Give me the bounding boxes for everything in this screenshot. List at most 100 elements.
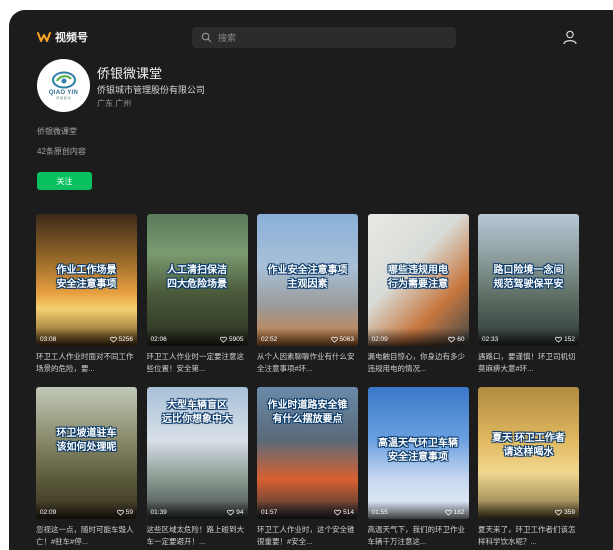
user-icon[interactable] (562, 29, 578, 45)
thumbnail-title: 作业工作场景 安全注意事项 (56, 265, 117, 290)
video-thumbnail[interactable]: 作业工作场景 安全注意事项 03:08 5256 (36, 214, 137, 346)
like-count: 60 (448, 336, 465, 343)
search-input[interactable] (218, 32, 438, 43)
video-duration: 03:08 (40, 336, 57, 343)
like-count-value: 5256 (118, 336, 133, 343)
channel-window: 视频号 QIAO YIN 侨 银 股 份 侨银微课堂 侨银城市管理股份有限公司 … (9, 10, 613, 550)
heart-icon (334, 509, 342, 516)
like-count: 514 (334, 509, 354, 516)
video-card[interactable]: 夏天 环卫工作者 请这样喝水 359 夏天来了，环卫工作者们该怎样科学饮水呢？... (478, 387, 579, 548)
video-card[interactable]: 路口险境一念间 规范驾驶保平安 02:33 152 遇路口，要谨慎！环卫司机切莫麻痹大意… (478, 214, 579, 375)
video-caption[interactable]: 夏天来了，环卫工作者们该怎样科学饮水呢？... (478, 524, 579, 548)
video-card[interactable]: 人工清扫保洁 四大危险场景 02:06 5905 环卫工人作业时一定要注意这些位置！安全… (146, 214, 248, 375)
company-logo-icon (51, 71, 76, 89)
profile-description: 侨银微课堂 (37, 127, 77, 136)
video-caption[interactable]: 环卫工人作业时面对不同工作场景的危险，要... (36, 351, 137, 375)
follow-button[interactable]: 关注 (37, 172, 92, 190)
heart-icon (555, 336, 563, 343)
video-card[interactable]: 哪些违规用电 行为需要注意 02:09 60 漏电触目惊心，你身边有多少违规用电的情况.… (367, 214, 469, 375)
video-caption[interactable]: 高温天气下，我们的环卫作业车辆千万注意这... (368, 524, 469, 548)
video-caption[interactable]: 这些区域太危险！路上碰到大车一定要避开！... (147, 524, 248, 548)
like-count-value: 514 (343, 509, 354, 516)
thumbnail-meta: 02:09 59 (36, 501, 137, 519)
video-thumbnail[interactable]: 路口险境一念间 规范驾驶保平安 02:33 152 (478, 214, 579, 346)
search-icon (201, 32, 212, 43)
thumbnail-title: 夏天 环卫工作者 请这样喝水 (492, 433, 565, 458)
like-count: 359 (555, 509, 575, 516)
video-duration: 02:06 (150, 336, 167, 343)
thumbnail-meta: 01:57 514 (257, 501, 358, 519)
video-card[interactable]: 作业工作场景 安全注意事项 03:08 5256 环卫工人作业时面对不同工作场景的危险，… (36, 214, 137, 375)
video-duration: 02:52 (261, 336, 278, 343)
like-count: 5905 (220, 336, 244, 343)
thumbnail-meta: 359 (478, 501, 579, 519)
video-duration: 02:09 (371, 336, 388, 343)
video-thumbnail[interactable]: 大型车辆盲区 远比你想象中大 01:39 94 (146, 387, 248, 519)
video-caption[interactable]: 环卫工人作业时一定要注意这些位置！安全第... (147, 351, 248, 375)
content-count: 42条原创内容 (37, 147, 86, 156)
thumbnail-meta: 02:52 5063 (257, 328, 358, 346)
heart-icon (116, 509, 124, 516)
video-duration: 02:09 (40, 509, 57, 516)
video-caption[interactable]: 遇路口，要谨慎！环卫司机切莫麻痹大意#环... (478, 351, 579, 375)
thumbnail-title: 人工清扫保洁 四大危险场景 (167, 265, 227, 290)
thumbnail-meta: 02:06 5905 (146, 328, 248, 346)
video-thumbnail[interactable]: 高温天气环卫车辆 安全注意事项 01:55 182 (367, 387, 469, 519)
channels-logo-icon (37, 32, 51, 42)
video-card[interactable]: 大型车辆盲区 远比你想象中大 01:39 94 这些区域太危险！路上碰到大车一定要避开！… (146, 387, 248, 548)
like-count-value: 94 (236, 509, 244, 516)
video-card[interactable]: 作业时道路安全锥 有什么摆放要点 01:57 514 环卫工人作业时，这个安全锥很重要！… (257, 387, 358, 548)
like-count-value: 359 (564, 509, 575, 516)
like-count: 94 (227, 509, 244, 516)
like-count: 59 (116, 509, 133, 516)
video-thumbnail[interactable]: 环卫坡道驻车 该如何处理呢 02:09 59 (36, 387, 137, 519)
brand[interactable]: 视频号 (37, 29, 88, 45)
video-caption[interactable]: 环卫工人作业时，这个安全锥很重要！#安全... (257, 524, 358, 548)
like-count: 152 (555, 336, 575, 343)
profile-name: 侨银微课堂 (97, 66, 163, 81)
like-count-value: 59 (125, 509, 133, 516)
heart-icon (555, 509, 563, 516)
thumbnail-meta: 02:33 152 (478, 328, 579, 346)
video-duration: 01:55 (371, 509, 388, 516)
thumbnail-title: 路口险境一念间 规范驾驶保平安 (493, 265, 564, 290)
heart-icon (220, 336, 227, 343)
video-thumbnail[interactable]: 作业安全注意事项 主观因素 02:52 5063 (257, 214, 358, 346)
video-card[interactable]: 作业安全注意事项 主观因素 02:52 5063 从个人因素聊聊作业有什么安全注意事项#… (257, 214, 358, 375)
video-thumbnail[interactable]: 作业时道路安全锥 有什么摆放要点 01:57 514 (257, 387, 358, 519)
video-duration: 01:57 (261, 509, 278, 516)
video-caption[interactable]: 忽视这一点，随时可能车毁人亡！#驻车#停... (36, 524, 137, 548)
like-count-value: 182 (453, 509, 465, 516)
brand-name: 视频号 (55, 32, 88, 44)
video-duration: 01:39 (150, 509, 167, 516)
video-thumbnail[interactable]: 人工清扫保洁 四大危险场景 02:06 5905 (146, 214, 248, 346)
video-caption[interactable]: 从个人因素聊聊作业有什么安全注意事项#环... (257, 351, 358, 375)
heart-icon (109, 336, 117, 343)
thumbnail-meta: 01:39 94 (146, 501, 248, 519)
heart-icon (444, 509, 452, 516)
thumbnail-title: 哪些违规用电 行为需要注意 (388, 265, 448, 290)
video-card[interactable]: 高温天气环卫车辆 安全注意事项 01:55 182 高温天气下，我们的环卫作业车辆千万注… (367, 387, 469, 548)
top-bar: 视频号 (9, 10, 613, 64)
thumbnail-title: 大型车辆盲区 远比你想象中大 (162, 400, 232, 425)
heart-icon (330, 336, 338, 343)
thumbnail-title: 环卫坡道驻车 该如何处理呢 (56, 428, 117, 453)
like-count: 5063 (330, 336, 354, 343)
like-count-value: 60 (457, 336, 465, 343)
thumbnail-title: 作业安全注意事项 主观因素 (267, 265, 348, 290)
like-count-value: 152 (564, 336, 575, 343)
video-card[interactable]: 环卫坡道驻车 该如何处理呢 02:09 59 忽视这一点，随时可能车毁人亡！#驻车#停.… (36, 387, 137, 548)
like-count-value: 5905 (229, 336, 244, 343)
profile-location: 广东 广州 (97, 99, 132, 108)
thumbnail-title: 作业时道路安全锥 有什么摆放要点 (267, 400, 348, 425)
heart-icon (448, 336, 456, 343)
profile-company: 侨银城市管理股份有限公司 (97, 85, 206, 95)
video-caption[interactable]: 漏电触目惊心，你身边有多少违规用电的情况... (368, 351, 469, 375)
avatar[interactable]: QIAO YIN 侨 银 股 份 (37, 59, 90, 112)
like-count: 5256 (109, 336, 133, 343)
search-box[interactable] (192, 27, 456, 48)
thumbnail-title: 高温天气环卫车辆 安全注意事项 (378, 438, 458, 463)
like-count-value: 5063 (339, 336, 354, 343)
video-thumbnail[interactable]: 夏天 环卫工作者 请这样喝水 359 (478, 387, 579, 519)
video-thumbnail[interactable]: 哪些违规用电 行为需要注意 02:09 60 (367, 214, 469, 346)
